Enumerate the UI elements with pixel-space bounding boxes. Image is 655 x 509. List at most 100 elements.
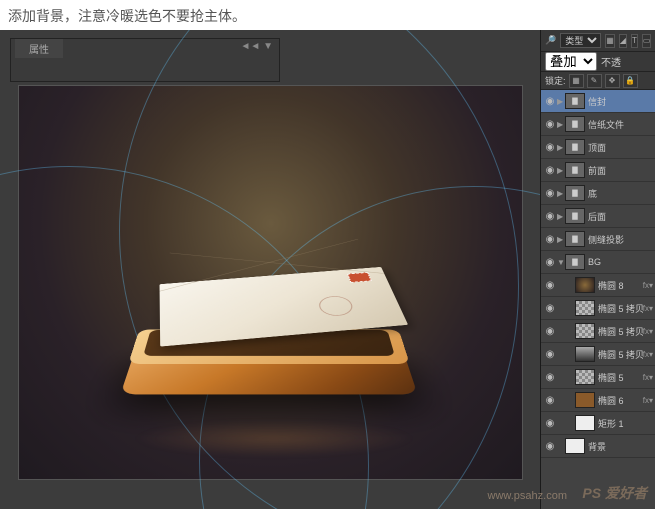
visibility-eye-icon[interactable]: ◉	[543, 416, 557, 430]
layer-name[interactable]: 信封	[588, 95, 655, 108]
filter-type-icon[interactable]: T	[631, 34, 638, 48]
layer-row[interactable]: ◉ 矩形 1	[541, 412, 655, 435]
layer-thumbnail[interactable]	[575, 323, 595, 339]
lock-position-icon[interactable]: ✥	[605, 74, 620, 88]
visibility-eye-icon[interactable]: ◉	[543, 255, 557, 269]
layer-thumbnail[interactable]: ▇	[565, 116, 585, 132]
fx-badge-icon[interactable]: fx▾	[643, 350, 653, 359]
artwork-canvas[interactable]	[18, 85, 523, 480]
fx-badge-icon[interactable]: fx▾	[643, 373, 653, 382]
layer-name[interactable]: 椭圆 5 拷贝	[598, 302, 643, 315]
layer-thumbnail[interactable]: ▇	[565, 254, 585, 270]
layer-thumbnail[interactable]	[575, 277, 595, 293]
layer-thumbnail[interactable]	[575, 300, 595, 316]
layer-thumbnail[interactable]	[575, 392, 595, 408]
layer-row[interactable]: ◉▶▇底	[541, 182, 655, 205]
layer-row[interactable]: ◉ 背景	[541, 435, 655, 458]
instruction-text: 添加背景，注意冷暖选色不要抢主体。	[8, 6, 246, 26]
lock-transparent-icon[interactable]: ▦	[569, 74, 584, 88]
visibility-eye-icon[interactable]: ◉	[543, 117, 557, 131]
layer-row[interactable]: ◉ 椭圆 6fx▾	[541, 389, 655, 412]
layer-thumbnail[interactable]: ▇	[565, 185, 585, 201]
panel-collapse-icon[interactable]: ◄◄ ▼	[241, 41, 273, 52]
expand-arrow-icon[interactable]: ▶	[557, 120, 565, 129]
fx-badge-icon[interactable]: fx▾	[643, 327, 653, 336]
layer-name[interactable]: 椭圆 6	[598, 394, 643, 407]
visibility-eye-icon[interactable]: ◉	[543, 324, 557, 338]
visibility-eye-icon[interactable]: ◉	[543, 393, 557, 407]
visibility-eye-icon[interactable]: ◉	[543, 140, 557, 154]
layer-row[interactable]: ◉▶▇信封	[541, 90, 655, 113]
layer-name[interactable]: 后面	[588, 210, 655, 223]
lock-label: 锁定:	[545, 74, 566, 87]
layer-row[interactable]: ◉ 椭圆 8fx▾	[541, 274, 655, 297]
lock-pixels-icon[interactable]: ✎	[587, 74, 602, 88]
layer-name[interactable]: 矩形 1	[598, 417, 655, 430]
layer-thumbnail[interactable]	[565, 438, 585, 454]
expand-arrow-icon[interactable]: ▶	[557, 189, 565, 198]
layer-name[interactable]: 椭圆 8	[598, 279, 643, 292]
layer-row[interactable]: ◉▶▇前面	[541, 159, 655, 182]
layer-row[interactable]: ◉ 椭圆 5 拷贝fx▾	[541, 297, 655, 320]
properties-tab[interactable]: 属性	[15, 39, 63, 58]
layer-thumbnail[interactable]	[575, 369, 595, 385]
layer-thumbnail[interactable]	[575, 415, 595, 431]
layer-name[interactable]: 信纸文件	[588, 118, 655, 131]
layer-row[interactable]: ◉▶▇顶面	[541, 136, 655, 159]
filter-kind-select[interactable]: 类型	[560, 33, 601, 48]
watermark-url: www.psahz.com	[488, 490, 567, 502]
layer-name[interactable]: 椭圆 5 拷贝	[598, 348, 643, 361]
expand-arrow-icon[interactable]: ▶	[557, 97, 565, 106]
visibility-eye-icon[interactable]: ◉	[543, 209, 557, 223]
expand-arrow-icon[interactable]: ▶	[557, 212, 565, 221]
layer-row[interactable]: ◉ 椭圆 5 拷贝fx▾	[541, 343, 655, 366]
fx-badge-icon[interactable]: fx▾	[643, 304, 653, 313]
layer-name[interactable]: 椭圆 5 拷贝	[598, 325, 643, 338]
layer-name[interactable]: 底	[588, 187, 655, 200]
lock-row: 锁定: ▦ ✎ ✥ 🔒	[541, 72, 655, 90]
properties-panel[interactable]: 属性 ◄◄ ▼	[10, 38, 280, 82]
layer-row[interactable]: ◉▶▇后面	[541, 205, 655, 228]
visibility-eye-icon[interactable]: ◉	[543, 232, 557, 246]
visibility-eye-icon[interactable]: ◉	[543, 439, 557, 453]
layer-name[interactable]: BG	[588, 257, 655, 267]
layer-name[interactable]: 前面	[588, 164, 655, 177]
layer-row[interactable]: ◉▼▇BG	[541, 251, 655, 274]
filter-adjust-icon[interactable]: ◢	[619, 34, 627, 48]
visibility-eye-icon[interactable]: ◉	[543, 347, 557, 361]
visibility-eye-icon[interactable]: ◉	[543, 94, 557, 108]
visibility-eye-icon[interactable]: ◉	[543, 370, 557, 384]
filter-pixel-icon[interactable]: ▦	[605, 34, 615, 48]
layer-row[interactable]: ◉ 椭圆 5fx▾	[541, 366, 655, 389]
lock-all-icon[interactable]: 🔒	[623, 74, 638, 88]
filter-shape-icon[interactable]: ▭	[642, 34, 652, 48]
layer-thumbnail[interactable]: ▇	[565, 139, 585, 155]
layer-name[interactable]: 顶面	[588, 141, 655, 154]
layer-name[interactable]: 侧缝投影	[588, 233, 655, 246]
postmark-icon	[316, 295, 355, 317]
fx-badge-icon[interactable]: fx▾	[643, 396, 653, 405]
layer-thumbnail[interactable]	[575, 346, 595, 362]
layers-list[interactable]: ◉▶▇信封◉▶▇信纸文件◉▶▇顶面◉▶▇前面◉▶▇底◉▶▇后面◉▶▇侧缝投影◉▼…	[541, 90, 655, 509]
layer-thumbnail[interactable]: ▇	[565, 93, 585, 109]
visibility-eye-icon[interactable]: ◉	[543, 278, 557, 292]
canvas-area[interactable]: 属性 ◄◄ ▼	[0, 30, 540, 509]
visibility-eye-icon[interactable]: ◉	[543, 186, 557, 200]
blend-mode-select[interactable]: 叠加	[545, 52, 597, 71]
expand-arrow-icon[interactable]: ▼	[557, 258, 565, 267]
expand-arrow-icon[interactable]: ▶	[557, 166, 565, 175]
search-icon[interactable]: 🔎	[545, 35, 556, 46]
layer-row[interactable]: ◉▶▇信纸文件	[541, 113, 655, 136]
visibility-eye-icon[interactable]: ◉	[543, 301, 557, 315]
fx-badge-icon[interactable]: fx▾	[643, 281, 653, 290]
layer-name[interactable]: 背景	[588, 440, 655, 453]
layer-thumbnail[interactable]: ▇	[565, 208, 585, 224]
layer-thumbnail[interactable]: ▇	[565, 231, 585, 247]
layer-row[interactable]: ◉▶▇侧缝投影	[541, 228, 655, 251]
layer-row[interactable]: ◉ 椭圆 5 拷贝fx▾	[541, 320, 655, 343]
visibility-eye-icon[interactable]: ◉	[543, 163, 557, 177]
layer-name[interactable]: 椭圆 5	[598, 371, 643, 384]
layer-thumbnail[interactable]: ▇	[565, 162, 585, 178]
expand-arrow-icon[interactable]: ▶	[557, 235, 565, 244]
expand-arrow-icon[interactable]: ▶	[557, 143, 565, 152]
